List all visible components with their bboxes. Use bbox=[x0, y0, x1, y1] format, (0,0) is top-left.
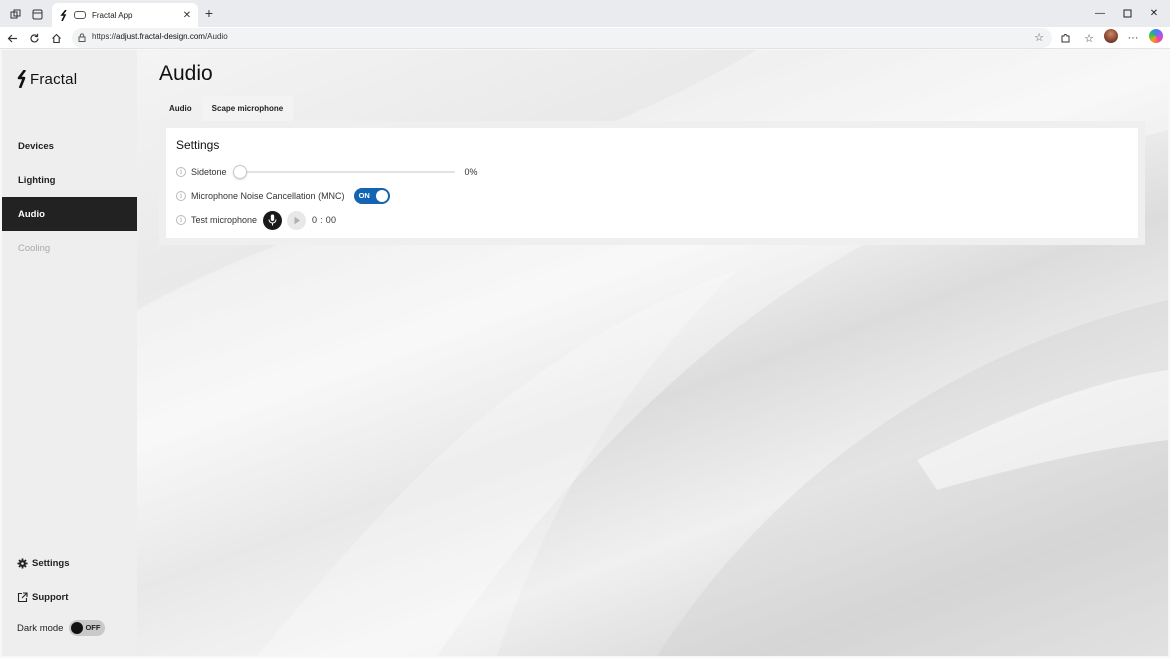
sidebar-item-lighting[interactable]: Lighting bbox=[2, 163, 137, 197]
info-icon[interactable]: i bbox=[176, 191, 186, 201]
sidebar-item-label: Cooling bbox=[18, 242, 51, 254]
tab-title: Fractal App bbox=[92, 10, 133, 20]
info-icon[interactable]: i bbox=[176, 167, 186, 177]
settings-heading: Settings bbox=[176, 138, 220, 152]
sidebar: Fractal Devices Lighting Audio Cooling S… bbox=[2, 50, 137, 656]
external-link-icon bbox=[17, 592, 28, 603]
sidebar-item-label: Lighting bbox=[18, 174, 56, 186]
dark-mode-row: Dark mode OFF bbox=[17, 620, 106, 636]
mnc-label: Microphone Noise Cancellation (MNC) bbox=[191, 191, 345, 201]
workspaces-icon[interactable] bbox=[6, 5, 24, 23]
gamepad-icon bbox=[74, 11, 86, 19]
test-microphone-row: i Test microphone 0 : 00 bbox=[176, 210, 336, 230]
app-area: Fractal Devices Lighting Audio Cooling S… bbox=[2, 50, 1168, 656]
sidetone-value: 0% bbox=[464, 167, 478, 177]
toggle-knob bbox=[71, 622, 84, 634]
refresh-icon[interactable] bbox=[25, 29, 43, 47]
url-text: https://adjust.fractal-design.com/Audio bbox=[92, 32, 228, 41]
main-content: Audio Audio Scape microphone Settings i … bbox=[137, 50, 1168, 656]
tab-actions-icon[interactable] bbox=[28, 5, 46, 23]
profile-avatar[interactable] bbox=[1104, 29, 1118, 43]
sidetone-slider[interactable] bbox=[232, 165, 455, 179]
fractal-logo: Fractal bbox=[17, 70, 77, 88]
record-microphone-button[interactable] bbox=[263, 210, 283, 230]
play-recording-button[interactable] bbox=[287, 210, 307, 230]
url-path: /Audio bbox=[204, 32, 228, 41]
tab-label: Audio bbox=[169, 104, 192, 113]
url-scheme: https:// bbox=[92, 32, 117, 41]
sidetone-row: i Sidetone 0% bbox=[176, 162, 478, 182]
fractal-logo-icon bbox=[17, 70, 27, 88]
sidebar-item-cooling: Cooling bbox=[2, 231, 137, 265]
close-tab-icon[interactable]: ✕ bbox=[180, 8, 194, 22]
browser-tab[interactable]: Fractal App ✕ bbox=[52, 3, 198, 27]
sidebar-item-devices[interactable]: Devices bbox=[2, 129, 137, 163]
home-icon[interactable] bbox=[47, 29, 65, 47]
mnc-row: i Microphone Noise Cancellation (MNC) ON bbox=[176, 186, 390, 206]
info-icon[interactable]: i bbox=[176, 215, 186, 225]
favorite-star-icon[interactable]: ☆ bbox=[1034, 31, 1044, 44]
browser-window: Fractal App ✕ + — ✕ https://adjust.fract… bbox=[0, 0, 1170, 658]
toggle-knob bbox=[375, 190, 388, 202]
dark-mode-toggle[interactable]: OFF bbox=[69, 620, 106, 636]
tab-label: Scape microphone bbox=[211, 104, 284, 113]
minimize-button[interactable]: — bbox=[1086, 4, 1114, 22]
sidetone-label: Sidetone bbox=[191, 167, 227, 177]
sidebar-item-label: Audio bbox=[18, 208, 45, 220]
tab-scape-microphone[interactable]: Scape microphone bbox=[201, 96, 294, 121]
device-tabs: Audio Scape microphone bbox=[159, 96, 294, 121]
navigation-bar: https://adjust.fractal-design.com/Audio … bbox=[0, 27, 1170, 49]
sidebar-item-audio[interactable]: Audio bbox=[2, 197, 137, 231]
settings-label: Settings bbox=[32, 558, 70, 569]
slider-thumb[interactable] bbox=[232, 165, 247, 179]
dark-mode-label: Dark mode bbox=[17, 622, 64, 634]
lock-icon[interactable] bbox=[78, 33, 86, 42]
fractal-favicon-icon bbox=[58, 9, 70, 21]
recording-timer: 0 : 00 bbox=[312, 215, 337, 225]
gear-icon bbox=[17, 558, 28, 569]
page-title: Audio bbox=[159, 62, 213, 85]
settings-panel-frame: Settings i Sidetone 0% i Microphone Nois… bbox=[159, 121, 1145, 245]
sidebar-item-label: Devices bbox=[18, 140, 54, 152]
back-icon[interactable] bbox=[3, 29, 21, 47]
toggle-state: ON bbox=[358, 191, 370, 200]
support-label: Support bbox=[32, 592, 69, 603]
play-icon bbox=[294, 216, 300, 224]
url-host: adjust.fractal-design.com bbox=[116, 32, 205, 41]
new-tab-button[interactable]: + bbox=[201, 5, 217, 21]
microphone-icon bbox=[268, 214, 277, 226]
toggle-state: OFF bbox=[85, 623, 101, 632]
brand-name: Fractal bbox=[30, 70, 78, 88]
mnc-toggle[interactable]: ON bbox=[353, 188, 390, 204]
copilot-icon[interactable] bbox=[1149, 29, 1163, 43]
tab-audio[interactable]: Audio bbox=[159, 96, 202, 121]
slider-track bbox=[232, 171, 455, 173]
favorites-icon[interactable]: ☆ bbox=[1080, 29, 1098, 47]
settings-panel: Settings i Sidetone 0% i Microphone Nois… bbox=[166, 128, 1138, 238]
support-link[interactable]: Support bbox=[17, 592, 68, 603]
extensions-icon[interactable] bbox=[1056, 29, 1074, 47]
maximize-button[interactable] bbox=[1113, 4, 1141, 22]
close-window-button[interactable]: ✕ bbox=[1140, 4, 1168, 22]
address-bar[interactable]: https://adjust.fractal-design.com/Audio … bbox=[72, 28, 1052, 48]
tab-strip: Fractal App ✕ + — ✕ bbox=[0, 0, 1170, 27]
settings-link[interactable]: Settings bbox=[17, 558, 69, 569]
test-microphone-label: Test microphone bbox=[191, 215, 258, 225]
more-options-icon[interactable]: ··· bbox=[1124, 29, 1142, 47]
